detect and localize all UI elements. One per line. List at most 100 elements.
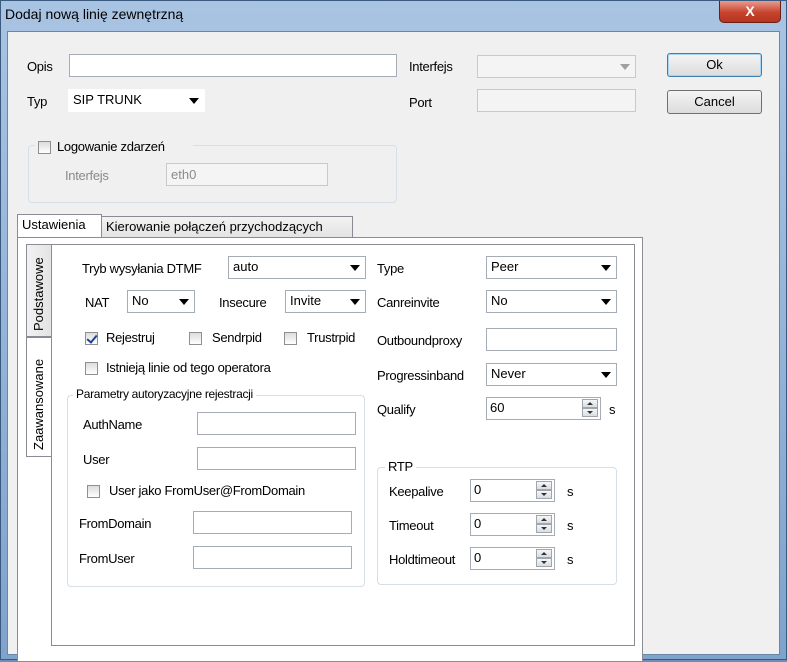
qualify-spinner[interactable]: 60 [486, 397, 601, 420]
holdtimeout-unit: s [567, 552, 574, 567]
typ-select-value: SIP TRUNK [73, 92, 142, 107]
settings-content: Tryb wysyłania DTMF auto NAT No Insecure… [51, 244, 635, 646]
typ-label: Typ [27, 94, 48, 109]
insecure-select-value: Invite [290, 293, 322, 308]
holdtimeout-label: Holdtimeout [389, 552, 456, 567]
outboundproxy-label: Outboundproxy [377, 333, 462, 348]
canreinvite-label: Canreinvite [377, 295, 440, 310]
spin-down-icon[interactable] [536, 524, 552, 533]
holdtimeout-value: 0 [474, 550, 482, 565]
spin-down-icon[interactable] [536, 558, 552, 567]
keepalive-value: 0 [474, 482, 482, 497]
istnieja-checkbox[interactable] [85, 362, 98, 375]
chevron-down-icon [601, 372, 611, 378]
interfejs-select[interactable] [477, 55, 636, 78]
spin-up-icon[interactable] [582, 399, 598, 408]
user-input[interactable] [197, 447, 356, 470]
insecure-select[interactable]: Invite [285, 290, 366, 313]
insecure-label: Insecure [219, 295, 267, 310]
side-tab-zaawansowane[interactable]: Zaawansowane [26, 337, 52, 457]
spin-up-icon[interactable] [536, 481, 552, 490]
nat-select-value: No [132, 293, 149, 308]
progressinband-label: Progressinband [377, 368, 464, 383]
logging-group-header: Logowanie zdarzeń [35, 137, 193, 155]
progressinband-select[interactable]: Never [486, 363, 617, 386]
holdtimeout-spinner[interactable]: 0 [470, 547, 555, 570]
timeout-unit: s [567, 518, 574, 533]
timeout-label: Timeout [389, 518, 434, 533]
type-select-value: Peer [491, 259, 519, 274]
dtmf-select-value: auto [233, 259, 259, 274]
progressinband-select-value: Never [491, 366, 526, 381]
fromuser-input[interactable] [193, 546, 352, 569]
spin-down-icon[interactable] [582, 408, 598, 417]
rejestruj-checkbox[interactable] [85, 332, 98, 345]
tab-kierowanie[interactable]: Kierowanie połączeń przychodzących [101, 216, 353, 238]
spin-down-icon[interactable] [536, 490, 552, 499]
userjako-label: User jako FromUser@FromDomain [109, 483, 305, 498]
user-label: User [83, 452, 110, 467]
chevron-down-icon [350, 299, 360, 305]
title-bar[interactable]: Dodaj nową linię zewnętrzną X [1, 1, 786, 31]
port-input[interactable] [477, 89, 636, 112]
spin-up-icon[interactable] [536, 515, 552, 524]
keepalive-unit: s [567, 484, 574, 499]
window-title: Dodaj nową linię zewnętrzną [5, 6, 184, 22]
timeout-spin-buttons[interactable] [536, 515, 552, 534]
keepalive-spinner[interactable]: 0 [470, 479, 555, 502]
chevron-down-icon [620, 64, 630, 70]
side-tab-podstawowe-label: Podstawowe [31, 257, 46, 331]
outboundproxy-input[interactable] [486, 328, 617, 351]
chevron-down-icon [601, 265, 611, 271]
authname-label: AuthName [83, 417, 143, 432]
fromuser-label: FromUser [79, 551, 135, 566]
opis-input[interactable] [69, 54, 397, 77]
canreinvite-select[interactable]: No [486, 290, 617, 313]
qualify-value: 60 [490, 400, 505, 415]
holdtimeout-spin-buttons[interactable] [536, 549, 552, 568]
logging-interfejs-input[interactable]: eth0 [166, 163, 328, 186]
sendrpid-checkbox[interactable] [189, 332, 202, 345]
rejestruj-label: Rejestruj [106, 330, 155, 345]
tab-ustawienia[interactable]: Ustawienia [17, 214, 102, 238]
spin-up-icon[interactable] [536, 549, 552, 558]
ok-button[interactable]: Ok [667, 53, 762, 77]
sendrpid-label: Sendrpid [212, 330, 262, 345]
side-tab-podstawowe[interactable]: Podstawowe [26, 244, 52, 337]
typ-select[interactable]: SIP TRUNK [68, 89, 205, 112]
userjako-checkbox[interactable] [87, 485, 100, 498]
keepalive-label: Keepalive [389, 484, 444, 499]
type-label: Type [377, 261, 404, 276]
fromdomain-label: FromDomain [79, 516, 152, 531]
trustrpid-label: Trustrpid [307, 330, 356, 345]
trustrpid-checkbox[interactable] [284, 332, 297, 345]
qualify-label: Qualify [377, 402, 416, 417]
cancel-button[interactable]: Cancel [667, 90, 762, 114]
qualify-unit: s [609, 402, 616, 417]
authname-input[interactable] [197, 412, 356, 435]
qualify-spin-buttons[interactable] [582, 399, 598, 418]
auth-group-label: Parametry autoryzacyjne rejestracji [73, 387, 256, 401]
logging-checkbox[interactable] [38, 141, 51, 154]
type-select[interactable]: Peer [486, 256, 617, 279]
dtmf-select[interactable]: auto [228, 256, 366, 279]
timeout-value: 0 [474, 516, 482, 531]
nat-select[interactable]: No [127, 290, 195, 313]
timeout-spinner[interactable]: 0 [470, 513, 555, 536]
keepalive-spin-buttons[interactable] [536, 481, 552, 500]
fromdomain-input[interactable] [193, 511, 352, 534]
dialog-client-area: Opis Typ SIP TRUNK Interfejs Port Ok Can… [7, 31, 780, 662]
close-button[interactable]: X [719, 1, 781, 23]
logging-checkbox-label: Logowanie zdarzeń [57, 139, 165, 154]
chevron-down-icon [601, 299, 611, 305]
rtp-group-label: RTP [385, 459, 416, 474]
nat-label: NAT [85, 295, 110, 310]
chevron-down-icon [350, 265, 360, 271]
side-tab-zaawansowane-label: Zaawansowane [31, 358, 46, 450]
tab-panel-ustawienia: Podstawowe Zaawansowane Tryb wysyłania D… [17, 237, 643, 662]
istnieja-label: Istnieją linie od tego operatora [106, 360, 271, 375]
chevron-down-icon [189, 98, 199, 104]
opis-label: Opis [27, 59, 53, 74]
chevron-down-icon [179, 299, 189, 305]
dtmf-label: Tryb wysyłania DTMF [82, 261, 202, 276]
